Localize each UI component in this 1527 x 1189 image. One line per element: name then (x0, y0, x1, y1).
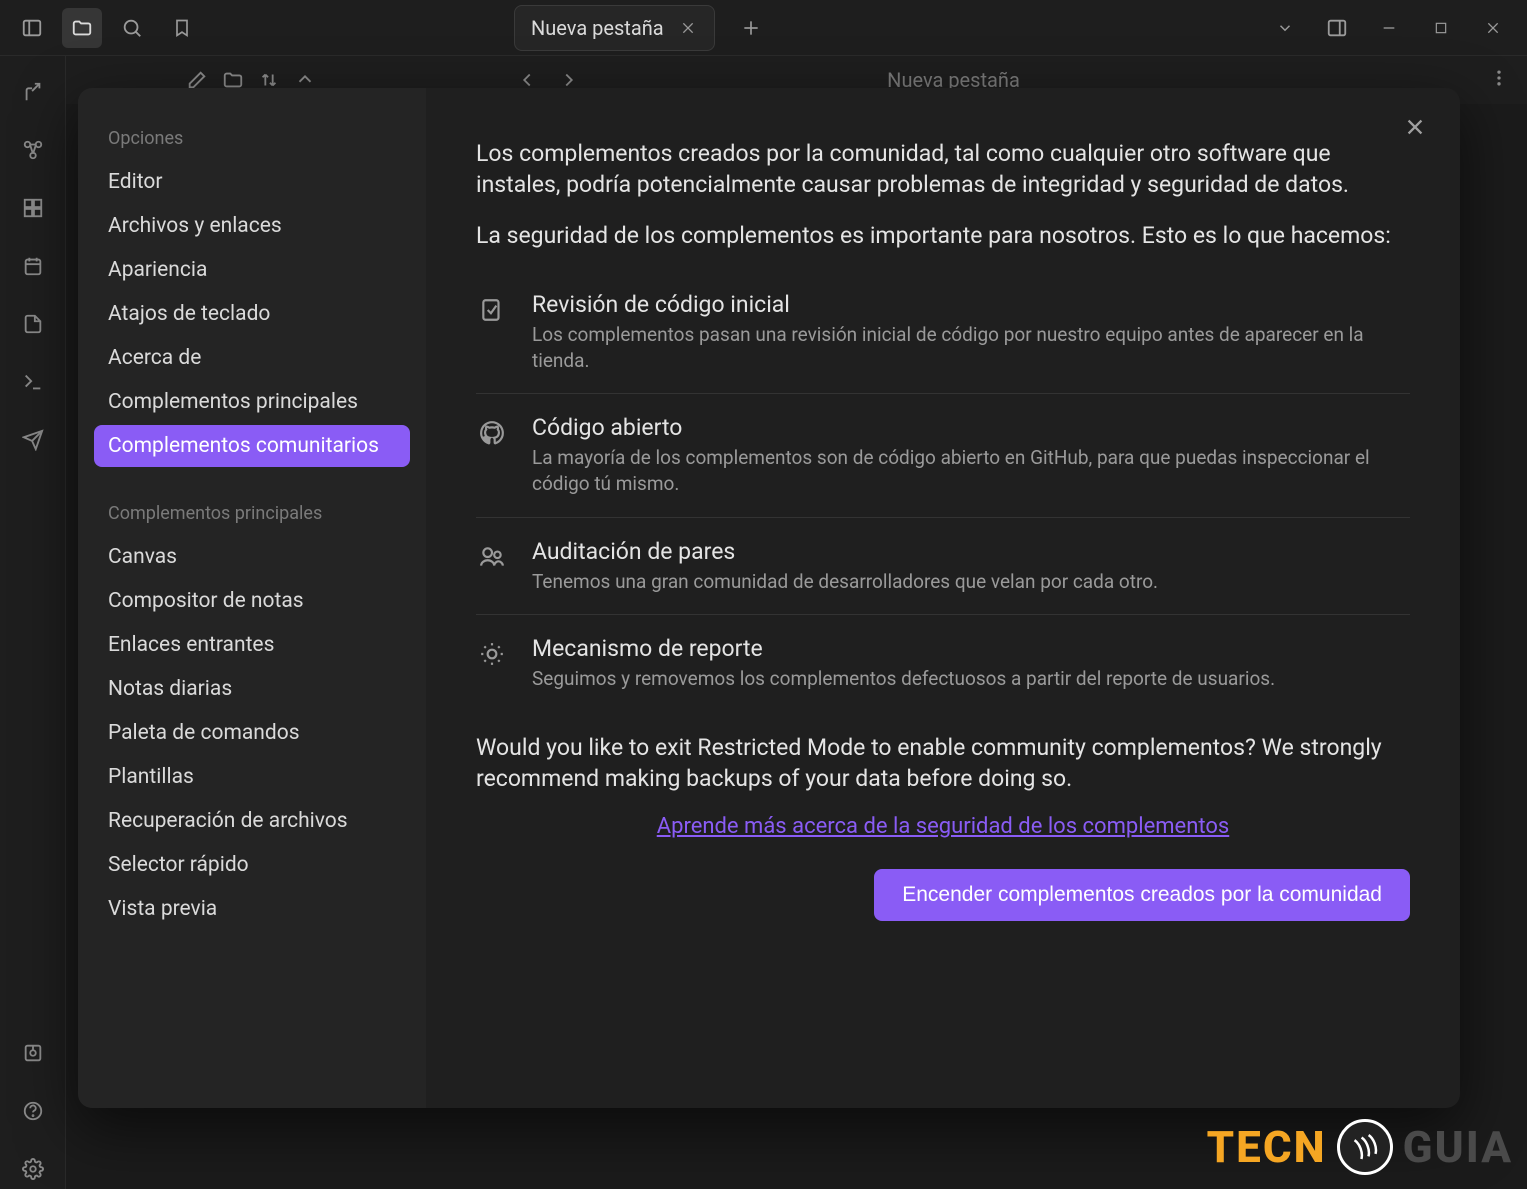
section-title-core-plugins: Complementos principales (94, 493, 410, 536)
watermark-tecno: TECN (1207, 1121, 1327, 1173)
feature-text: Auditación de pares Tenemos una gran comu… (532, 538, 1410, 595)
feature-text: Código abierto La mayoría de los compleme… (532, 414, 1410, 496)
settings-icon[interactable] (13, 1149, 53, 1189)
feature-row: Mecanismo de reporte Seguimos y removemos… (476, 615, 1410, 712)
watermark: TECN GUIA (1207, 1119, 1513, 1175)
sidebar-item[interactable]: Archivos y enlaces (94, 205, 410, 247)
canvas-icon[interactable] (13, 188, 53, 228)
tab-new[interactable]: Nueva pestaña (514, 5, 715, 51)
sidebar-item[interactable]: Recuperación de archivos (94, 800, 410, 842)
graph-icon[interactable] (13, 130, 53, 170)
enable-community-plugins-button[interactable]: Encender complementos creados por la com… (874, 869, 1410, 921)
window-controls (1261, 8, 1527, 48)
feature-text: Mecanismo de reporte Seguimos y removemos… (532, 635, 1410, 692)
feature-desc: Tenemos una gran comunidad de desarrolla… (532, 569, 1410, 595)
sidebar-item[interactable]: Enlaces entrantes (94, 624, 410, 666)
content-paragraph-1: Los complementos creados por la comunida… (476, 138, 1410, 200)
sidebar-left-toggle[interactable] (12, 8, 52, 48)
daily-note-icon[interactable] (13, 246, 53, 286)
sidebar-item[interactable]: Selector rápido (94, 844, 410, 886)
sidebar-item[interactable]: Complementos principales (94, 381, 410, 423)
bookmark-icon[interactable] (162, 8, 202, 48)
learn-more-link[interactable]: Aprende más acerca de la seguridad de lo… (476, 814, 1410, 839)
help-icon[interactable] (13, 1091, 53, 1131)
feature-icon (476, 538, 508, 570)
publish-icon[interactable] (13, 420, 53, 460)
minimize-button[interactable] (1365, 8, 1413, 48)
feature-desc: La mayoría de los complementos son de có… (532, 445, 1410, 496)
settings-content: Los complementos creados por la comunida… (426, 88, 1460, 1108)
search-icon[interactable] (112, 8, 152, 48)
feature-row: Código abierto La mayoría de los compleme… (476, 394, 1410, 517)
tab-close-icon[interactable] (678, 18, 698, 38)
titlebar: Nueva pestaña (0, 0, 1527, 56)
feature-icon (476, 291, 508, 323)
feature-title: Auditación de pares (532, 538, 1410, 565)
modal-close-icon[interactable] (1398, 110, 1432, 144)
new-tab-button[interactable] (735, 12, 767, 44)
sidebar-item[interactable]: Plantillas (94, 756, 410, 798)
sidebar-item[interactable]: Apariencia (94, 249, 410, 291)
tabs-area: Nueva pestaña (214, 5, 1261, 51)
feature-text: Revisión de código inicial Los complement… (532, 291, 1410, 373)
feature-row: Auditación de pares Tenemos una gran comu… (476, 518, 1410, 616)
feature-desc: Seguimos y removemos los complementos de… (532, 666, 1410, 692)
close-window-button[interactable] (1469, 8, 1517, 48)
watermark-guia: GUIA (1403, 1121, 1513, 1173)
content-paragraph-2: La seguridad de los complementos es impo… (476, 220, 1410, 251)
quick-switcher-icon[interactable] (13, 72, 53, 112)
sidebar-item[interactable]: Vista previa (94, 888, 410, 930)
sidebar-item[interactable]: Acerca de (94, 337, 410, 379)
watermark-badge-icon (1337, 1119, 1393, 1175)
settings-sidebar: Opciones EditorArchivos y enlacesAparien… (78, 88, 426, 1108)
maximize-button[interactable] (1417, 8, 1465, 48)
sidebar-item[interactable]: Notas diarias (94, 668, 410, 710)
sidebar-right-toggle[interactable] (1313, 8, 1361, 48)
feature-title: Código abierto (532, 414, 1410, 441)
feature-title: Revisión de código inicial (532, 291, 1410, 318)
more-icon[interactable] (1489, 68, 1509, 88)
titlebar-left (0, 8, 214, 48)
sidebar-item[interactable]: Complementos comunitarios (94, 425, 410, 467)
content-paragraph-3: Would you like to exit Restricted Mode t… (476, 732, 1410, 794)
feature-row: Revisión de código inicial Los complement… (476, 271, 1410, 394)
settings-modal: Opciones EditorArchivos y enlacesAparien… (78, 88, 1460, 1108)
feature-desc: Los complementos pasan una revisión inic… (532, 322, 1410, 373)
feature-icon (476, 635, 508, 667)
sidebar-item[interactable]: Paleta de comandos (94, 712, 410, 754)
tab-dropdown-icon[interactable] (1261, 8, 1309, 48)
files-icon[interactable] (62, 8, 102, 48)
templates-icon[interactable] (13, 304, 53, 344)
section-title-options: Opciones (94, 118, 410, 161)
sidebar-item[interactable]: Editor (94, 161, 410, 203)
sidebar-item[interactable]: Canvas (94, 536, 410, 578)
feature-icon (476, 414, 508, 446)
sidebar-item[interactable]: Atajos de teclado (94, 293, 410, 335)
vault-icon[interactable] (13, 1033, 53, 1073)
command-icon[interactable] (13, 362, 53, 402)
feature-title: Mecanismo de reporte (532, 635, 1410, 662)
tab-label: Nueva pestaña (531, 16, 664, 40)
activity-bar (0, 56, 66, 1189)
sidebar-item[interactable]: Compositor de notas (94, 580, 410, 622)
